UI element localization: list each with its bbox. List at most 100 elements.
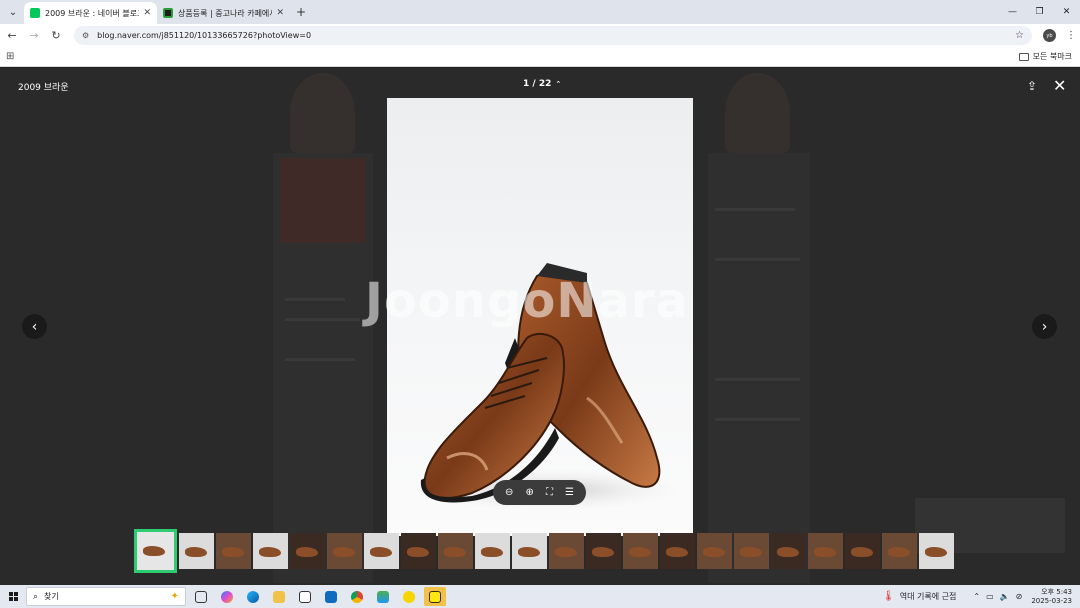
photo-counter[interactable]: 1 / 22 ⌃ <box>523 79 561 89</box>
tab-search-chevron-icon[interactable]: ⌄ <box>2 1 24 23</box>
thumbnail[interactable] <box>734 533 769 569</box>
weather-widget[interactable]: 🌡 역대 기록에 근접 <box>882 591 956 602</box>
tab-naver-blog[interactable]: 2009 브라운 : 네이버 블로그 ✕ <box>24 2 157 24</box>
all-bookmarks-button[interactable]: 모든 북마크 <box>1018 51 1072 62</box>
kakao-navi-icon[interactable] <box>398 587 420 606</box>
close-viewer-icon[interactable]: ✕ <box>1053 76 1066 95</box>
thumbnail[interactable] <box>327 533 362 569</box>
network-icon[interactable]: ▭ <box>986 592 994 601</box>
thumbnail[interactable] <box>660 533 695 569</box>
back-arrow-icon[interactable]: ← <box>2 26 22 46</box>
notification-dnd-icon[interactable]: ⊘ <box>1016 592 1023 601</box>
background-right-column <box>708 153 810 583</box>
viewer-title: 2009 브라운 <box>18 83 69 93</box>
background-text-line <box>285 298 345 301</box>
window-controls: — ❐ ✕ <box>999 0 1080 24</box>
folder-icon <box>1018 52 1029 61</box>
reload-icon[interactable]: ↻ <box>46 26 66 46</box>
background-logo-block <box>280 158 365 243</box>
copilot-icon[interactable] <box>216 587 238 606</box>
site-info-icon[interactable]: ⚙ <box>82 31 89 40</box>
thumbnail[interactable] <box>586 533 621 569</box>
thumbnail[interactable] <box>179 533 214 569</box>
browser-menu-icon[interactable]: ⋮ <box>1066 30 1076 41</box>
thermometer-icon: 🌡 <box>882 591 895 602</box>
tab-strip: ⌄ 2009 브라운 : 네이버 블로그 ✕ 상품등록 | 중고나라 카페에서 … <box>0 0 1080 24</box>
previous-photo-button[interactable]: ‹ <box>22 314 47 339</box>
taskbar-clock[interactable]: 오후 5:43 2025-03-23 <box>1031 588 1072 606</box>
background-text-line <box>715 208 795 211</box>
thumbnail[interactable] <box>401 533 436 569</box>
thumbnail[interactable] <box>919 533 954 569</box>
thumbnail[interactable] <box>697 533 732 569</box>
joongonara-favicon-icon <box>163 8 173 18</box>
thumbnail[interactable] <box>623 533 658 569</box>
volume-icon[interactable]: 🔈 <box>1000 592 1010 601</box>
thumbnail-selected[interactable] <box>134 529 177 573</box>
share-icon[interactable]: ⇪ <box>1027 79 1037 93</box>
thumbnail[interactable] <box>771 533 806 569</box>
kakaotalk-icon[interactable] <box>424 587 446 606</box>
watermark-text: JoongoNara <box>365 273 689 329</box>
naver-blog-favicon-icon <box>30 8 40 18</box>
window-close-icon[interactable]: ✕ <box>1053 0 1080 24</box>
restore-icon[interactable]: ❐ <box>1026 0 1053 24</box>
zoom-in-icon[interactable]: ⊕ <box>525 487 533 498</box>
search-icon: ⌕ <box>33 591 39 602</box>
chevron-up-icon: ⌃ <box>555 80 562 88</box>
layers-app-icon[interactable] <box>372 587 394 606</box>
bookmark-star-icon[interactable]: ☆ <box>1015 30 1024 41</box>
chrome-icon[interactable] <box>346 587 368 606</box>
next-photo-button[interactable]: › <box>1032 314 1057 339</box>
navigation-bar: ← → ↻ ⚙ blog.naver.com/j851120/101336657… <box>0 24 1080 47</box>
chevron-left-icon: ‹ <box>31 318 38 335</box>
task-view-icon[interactable] <box>190 587 212 606</box>
tab-title: 2009 브라운 : 네이버 블로그 <box>45 8 140 18</box>
fullscreen-icon[interactable]: ⛶ <box>546 487 553 498</box>
thumbnail[interactable] <box>512 533 547 569</box>
thumbnail-strip <box>134 529 954 573</box>
outlook-icon[interactable] <box>320 587 342 606</box>
store-icon[interactable] <box>294 587 316 606</box>
minimize-icon[interactable]: — <box>999 0 1026 24</box>
tray-chevron-up-icon[interactable]: ⌃ <box>973 592 980 601</box>
background-text-line <box>715 258 800 261</box>
tab-close-icon[interactable]: ✕ <box>276 8 284 18</box>
thumbnail[interactable] <box>549 533 584 569</box>
thumbnail[interactable] <box>438 533 473 569</box>
apps-grid-icon[interactable]: ⊞ <box>6 51 14 62</box>
tab-title: 상품등록 | 중고나라 카페에서 <box>178 8 273 18</box>
address-bar[interactable]: ⚙ blog.naver.com/j851120/10133665726?pho… <box>74 26 1032 45</box>
start-button[interactable] <box>0 585 26 608</box>
bookmarks-bar: ⊞ 모든 북마크 <box>0 47 1080 67</box>
background-text-line <box>285 358 355 361</box>
thumbnail[interactable] <box>364 533 399 569</box>
thumbnail[interactable] <box>253 533 288 569</box>
thumbnail[interactable] <box>475 533 510 569</box>
zoom-out-icon[interactable]: ⊖ <box>505 487 513 498</box>
photo-toolbar: ⊖ ⊕ ⛶ ☰ <box>493 480 586 505</box>
thumbnail[interactable] <box>808 533 843 569</box>
thumbnail[interactable] <box>290 533 325 569</box>
tab-joongonara[interactable]: 상품등록 | 중고나라 카페에서 ✕ <box>157 2 290 24</box>
clock-date: 2025-03-23 <box>1031 596 1072 605</box>
background-avatar <box>725 73 790 153</box>
thumbnail[interactable] <box>845 533 880 569</box>
photo-viewer-overlay: 2009 브라운 1 / 22 ⌃ ⇪ ✕ ‹ › JoongoNara ⊖ ⊕… <box>0 68 1080 585</box>
profile-avatar[interactable]: yb <box>1043 29 1056 42</box>
windows-logo-icon <box>8 592 18 601</box>
tab-close-icon[interactable]: ✕ <box>143 8 151 18</box>
thumbnail[interactable] <box>882 533 917 569</box>
chevron-right-icon: › <box>1041 318 1048 335</box>
all-bookmarks-label: 모든 북마크 <box>1032 52 1072 61</box>
new-tab-plus-icon[interactable]: + <box>290 1 312 23</box>
thumbnail[interactable] <box>216 533 251 569</box>
background-avatar <box>290 73 355 153</box>
windows-taskbar: ⌕ 찾기 ✦ 🌡 역대 기록에 근접 ⌃ ▭ 🔈 ⊘ 오후 5:43 2025-… <box>0 585 1080 608</box>
details-icon[interactable]: ☰ <box>565 487 574 498</box>
edge-icon[interactable] <box>242 587 264 606</box>
forward-arrow-icon[interactable]: → <box>24 26 44 46</box>
file-explorer-icon[interactable] <box>268 587 290 606</box>
taskbar-search-box[interactable]: ⌕ 찾기 ✦ <box>26 587 186 606</box>
system-tray: 🌡 역대 기록에 근접 ⌃ ▭ 🔈 ⊘ 오후 5:43 2025-03-23 <box>882 588 1080 606</box>
